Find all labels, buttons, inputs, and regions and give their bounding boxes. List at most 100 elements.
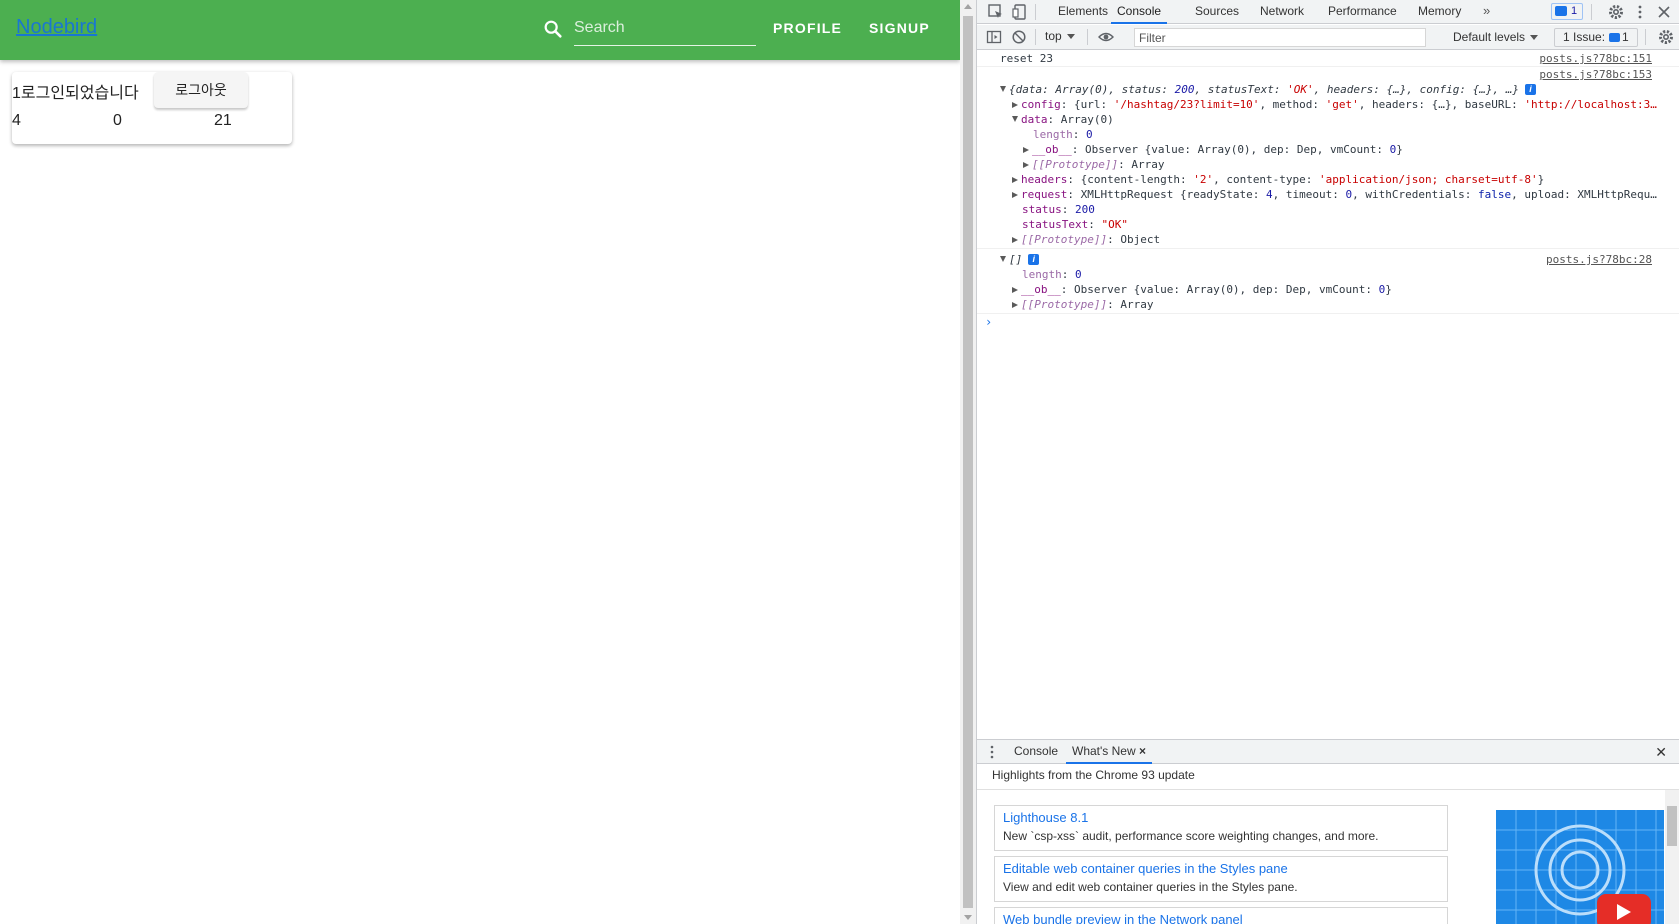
feature-card[interactable]: Editable web container queries in the St…: [994, 856, 1448, 902]
scroll-thumb[interactable]: [963, 16, 973, 908]
collapse-triangle-icon[interactable]: [1023, 147, 1029, 153]
drawer-tab-console[interactable]: Console: [1014, 740, 1058, 764]
source-link[interactable]: posts.js?78bc:153: [1539, 67, 1652, 82]
collapse-triangle-icon[interactable]: [1012, 177, 1018, 183]
feature-title[interactable]: Web bundle preview in the Network panel: [1003, 911, 1439, 924]
feature-card[interactable]: Lighthouse 8.1 New `csp-xss` audit, perf…: [994, 805, 1448, 851]
logout-button[interactable]: 로그아웃: [154, 72, 248, 108]
feature-title[interactable]: Editable web container queries in the St…: [1003, 860, 1439, 878]
message-icon: [1555, 6, 1567, 16]
live-expression-eye-icon[interactable]: [1097, 28, 1115, 46]
close-drawer-icon[interactable]: ✕: [1655, 744, 1667, 761]
console-message: reset 23 posts.js?78bc:151: [977, 51, 1679, 66]
scroll-up-arrow-icon[interactable]: [964, 4, 972, 9]
stat-value: 0: [113, 112, 122, 129]
console-toolbar: top Default levels 1 Issue: 1: [977, 25, 1679, 50]
array-summary-row[interactable]: [] i posts.js?78bc:28: [977, 252, 1679, 267]
property-row[interactable]: request: XMLHttpRequest {readyState: 4, …: [977, 187, 1679, 202]
search-input[interactable]: [574, 14, 756, 42]
device-toolbar-icon[interactable]: [1011, 3, 1029, 21]
tab-elements[interactable]: Elements: [1058, 0, 1108, 24]
close-devtools-icon[interactable]: [1655, 3, 1673, 21]
property-row[interactable]: config: {url: '/hashtag/23?limit=10', me…: [977, 97, 1679, 112]
stat-value: 21: [214, 112, 232, 129]
tab-sources[interactable]: Sources: [1195, 0, 1239, 24]
info-icon[interactable]: i: [1028, 254, 1040, 265]
property-row[interactable]: [[Prototype]]: Array: [977, 297, 1679, 312]
console-settings-gear-icon[interactable]: [1657, 28, 1675, 46]
play-icon: [1617, 904, 1631, 920]
drawer-tab-label: What's New: [1072, 744, 1136, 758]
profile-button[interactable]: PROFILE: [773, 20, 842, 36]
devtools-panel: Elements Console Sources Network Perform…: [976, 0, 1679, 924]
scroll-thumb[interactable]: [1667, 806, 1677, 846]
feature-title[interactable]: Lighthouse 8.1: [1003, 809, 1439, 827]
property-row[interactable]: data: Array(0): [977, 112, 1679, 127]
drawer-scrollbar[interactable]: [1665, 790, 1679, 924]
collapse-triangle-icon[interactable]: [1012, 302, 1018, 308]
kebab-menu-icon[interactable]: [1631, 3, 1649, 21]
settings-gear-icon[interactable]: [1607, 3, 1625, 21]
divider: [1591, 4, 1592, 20]
search-icon[interactable]: [542, 18, 564, 40]
property-row[interactable]: headers: {content-length: '2', content-t…: [977, 172, 1679, 187]
filter-input[interactable]: [1135, 29, 1425, 46]
inspect-element-icon[interactable]: [987, 3, 1005, 21]
login-message: 1로그인되었습니다: [12, 85, 139, 102]
collapse-triangle-icon[interactable]: [1023, 162, 1029, 168]
brand-link[interactable]: Nodebird: [16, 16, 97, 39]
issues-badge[interactable]: 1: [1551, 3, 1583, 20]
drawer-tab-whats-new[interactable]: What's New ×: [1066, 740, 1152, 764]
filter-field: [1134, 28, 1426, 47]
log-text: reset 23: [1000, 52, 1053, 65]
source-link[interactable]: posts.js?78bc:28: [1546, 252, 1652, 267]
tab-network[interactable]: Network: [1260, 0, 1304, 24]
tab-console[interactable]: Console: [1111, 0, 1168, 24]
app-bar: Nodebird PROFILE SIGNUP: [0, 0, 960, 60]
signup-button[interactable]: SIGNUP: [869, 20, 930, 36]
drawer-menu-icon[interactable]: [983, 743, 1001, 761]
property-row: length: 0: [1033, 128, 1093, 141]
property-row[interactable]: [[Prototype]]: Array: [977, 157, 1679, 172]
source-link[interactable]: posts.js?78bc:151: [1539, 51, 1652, 66]
property-row[interactable]: [[Prototype]]: Object: [977, 232, 1679, 247]
more-tabs-chevron-icon[interactable]: »: [1483, 3, 1490, 18]
tab-memory[interactable]: Memory: [1418, 0, 1461, 24]
info-icon[interactable]: i: [1524, 84, 1536, 95]
context-selector[interactable]: top: [1045, 29, 1075, 43]
tab-performance[interactable]: Performance: [1328, 0, 1397, 24]
sidebar-toggle-icon[interactable]: [985, 28, 1003, 46]
expand-triangle-icon[interactable]: [1000, 256, 1006, 262]
object-summary-row[interactable]: {data: Array(0), status: 200, statusText…: [977, 82, 1679, 97]
property-row[interactable]: __ob__: Observer {value: Array(0), dep: …: [977, 142, 1679, 157]
issues-count: 1: [1622, 30, 1629, 44]
collapse-triangle-icon[interactable]: [1012, 287, 1018, 293]
divider: [1087, 29, 1088, 45]
console-prompt-chevron-icon[interactable]: ›: [985, 315, 992, 329]
whats-new-panel: Highlights from the Chrome 93 update Lig…: [977, 765, 1679, 924]
whats-new-video-thumbnail[interactable]: [1496, 810, 1664, 924]
expand-triangle-icon[interactable]: [1000, 86, 1006, 92]
close-tab-icon[interactable]: ×: [1139, 744, 1146, 758]
message-icon: [1609, 33, 1621, 42]
scroll-down-arrow-icon[interactable]: [964, 915, 972, 920]
page-scrollbar[interactable]: [960, 0, 976, 924]
collapse-triangle-icon[interactable]: [1012, 237, 1018, 243]
dropdown-arrow-icon: [1530, 35, 1539, 41]
feature-description: View and edit web container queries in t…: [1003, 880, 1298, 894]
property-row: length: 0: [1022, 268, 1082, 281]
console-output[interactable]: reset 23 posts.js?78bc:151 posts.js?78bc…: [977, 51, 1679, 739]
issues-button[interactable]: 1 Issue: 1: [1554, 28, 1638, 47]
collapse-triangle-icon[interactable]: [1012, 102, 1018, 108]
collapse-triangle-icon[interactable]: [1012, 192, 1018, 198]
console-message: posts.js?78bc:153: [977, 67, 1679, 82]
expand-triangle-icon[interactable]: [1012, 116, 1018, 122]
issues-label: 1 Issue:: [1563, 30, 1606, 44]
devtools-tabbar: Elements Console Sources Network Perform…: [977, 0, 1679, 24]
property-row[interactable]: __ob__: Observer {value: Array(0), dep: …: [977, 282, 1679, 297]
feature-card[interactable]: Web bundle preview in the Network panel: [994, 907, 1448, 924]
clear-console-icon[interactable]: [1010, 28, 1028, 46]
youtube-play-button[interactable]: [1597, 894, 1651, 924]
log-levels-dropdown[interactable]: Default levels: [1453, 30, 1539, 44]
stat-value: 4: [12, 112, 21, 129]
